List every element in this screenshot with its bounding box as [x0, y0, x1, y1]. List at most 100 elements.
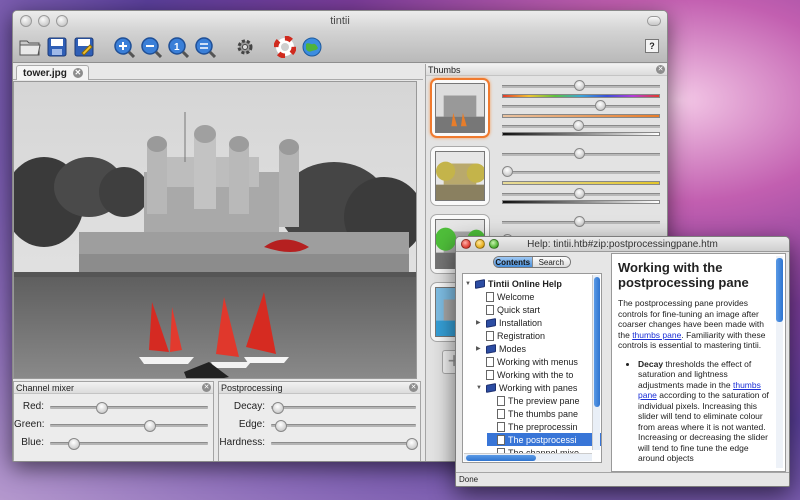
blue-label: Blue:: [21, 437, 44, 448]
tree-item[interactable]: Registration: [476, 329, 601, 342]
tree-item-label: The preview pane: [508, 395, 580, 406]
zoom-actual-icon[interactable]: [193, 35, 217, 59]
tree-item-label: Welcome: [497, 291, 535, 302]
tree-item[interactable]: Working with menus: [476, 355, 601, 368]
thumb-1-hue-bar: [502, 94, 660, 98]
document-tab[interactable]: tower.jpg ✕: [16, 65, 89, 80]
close-tab-icon[interactable]: ✕: [72, 68, 83, 78]
green-slider-knob[interactable]: [143, 420, 156, 432]
thumb-2-hue-slider[interactable]: [502, 148, 660, 159]
save-icon[interactable]: [45, 35, 69, 59]
open-icon[interactable]: [18, 35, 42, 59]
settings-icon[interactable]: [233, 35, 257, 59]
page-icon: [497, 434, 505, 445]
thumb-card-2[interactable]: [430, 146, 490, 206]
thumb-2-saturation-bar: [502, 181, 660, 185]
tree-item[interactable]: The preprocessin: [487, 420, 601, 433]
disclosure-closed-icon[interactable]: ▶: [476, 345, 483, 352]
red-slider-knob[interactable]: [96, 402, 109, 414]
tab-search[interactable]: Search: [531, 257, 570, 267]
thumb-2-saturation-slider[interactable]: [501, 166, 660, 177]
close-panel-icon[interactable]: ✕: [202, 383, 211, 392]
tree-item[interactable]: The postprocessi: [487, 433, 601, 446]
toolbar-toggle-button[interactable]: [647, 16, 661, 26]
tree-horizontal-scrollbar[interactable]: [464, 453, 592, 461]
tree-item[interactable]: Welcome: [476, 290, 601, 303]
disclosure-open-icon[interactable]: ▼: [465, 281, 472, 287]
edge-slider-row: Edge:: [219, 416, 420, 434]
close-window-button[interactable]: [20, 15, 32, 27]
tree-item[interactable]: ▼ Working with panes: [476, 381, 601, 394]
help-tab-switcher: Contents Search: [493, 256, 571, 268]
help-lifebuoy-icon[interactable]: [273, 35, 297, 59]
page-icon: [486, 291, 494, 302]
red-slider[interactable]: [50, 402, 208, 414]
disclosure-closed-icon[interactable]: ▶: [476, 319, 483, 326]
tree-item-label: The thumbs pane: [508, 408, 579, 419]
decay-label: Decay:: [233, 401, 265, 412]
preview-image: [14, 82, 416, 378]
minimize-window-button[interactable]: [38, 15, 50, 27]
preview-pane[interactable]: [13, 81, 417, 379]
tree-vertical-scrollbar[interactable]: [592, 275, 600, 450]
hardness-slider-knob[interactable]: [405, 438, 418, 450]
tree-item[interactable]: ▼ Tintii Online Help: [465, 277, 601, 290]
decay-slider-knob[interactable]: [272, 402, 285, 414]
zoom-in-icon[interactable]: [112, 35, 136, 59]
blue-slider-knob[interactable]: [67, 438, 80, 450]
zoom-fit-icon[interactable]: 1: [166, 35, 190, 59]
help-titlebar: Help: tintii.htb#zip:postprocessingpane.…: [456, 237, 789, 252]
help-statusbar: Done: [456, 472, 789, 486]
book-icon: [486, 382, 496, 393]
tree-item[interactable]: ▶ Installation: [476, 316, 601, 329]
thumb-2-lightness-slider[interactable]: [502, 188, 660, 199]
decay-slider-row: Decay:: [219, 398, 420, 416]
help-close-button[interactable]: [461, 239, 471, 249]
zoom-window-button[interactable]: [56, 15, 68, 27]
page-icon: [486, 304, 494, 315]
document-tab-label: tower.jpg: [23, 67, 67, 79]
svg-text:1: 1: [174, 42, 180, 53]
thumbs-pane-link[interactable]: thumbs pane: [632, 330, 681, 340]
tree-item-label: The postprocessi: [508, 434, 577, 445]
tree-item[interactable]: Working with the to: [476, 368, 601, 381]
thumb-card-1[interactable]: [430, 78, 490, 138]
channel-mixer-title: Channel mixer ✕: [14, 382, 213, 394]
thumb-3-hue-slider[interactable]: [502, 216, 660, 227]
help-window: Help: tintii.htb#zip:postprocessingpane.…: [455, 236, 790, 487]
export-icon[interactable]: [72, 35, 96, 59]
book-icon: [486, 317, 496, 328]
content-vertical-scrollbar[interactable]: [776, 256, 783, 468]
tree-item[interactable]: ▶ Modes: [476, 342, 601, 355]
thumbs-title: Thumbs ✕: [426, 64, 667, 76]
titlebar: tintii: [13, 11, 667, 31]
help-minimize-button[interactable]: [475, 239, 485, 249]
website-globe-icon[interactable]: [300, 35, 324, 59]
hardness-slider[interactable]: [271, 438, 418, 450]
tree-item[interactable]: The thumbs pane: [487, 407, 601, 420]
help-heading: Working with the postprocessing pane: [618, 260, 749, 290]
page-icon: [497, 421, 505, 432]
help-button[interactable]: ?: [645, 39, 659, 53]
thumb-1-lightness-slider[interactable]: [502, 120, 660, 131]
green-slider[interactable]: [50, 420, 208, 432]
edge-slider[interactable]: [271, 420, 416, 432]
edge-label: Edge:: [238, 419, 265, 430]
help-contents-tree: The channel mixeThe postprocessiThe prep…: [462, 273, 602, 463]
help-content-pane: Working with the postprocessing pane The…: [611, 253, 786, 472]
zoom-out-icon[interactable]: [139, 35, 163, 59]
tree-item[interactable]: Quick start: [476, 303, 601, 316]
close-panel-icon[interactable]: ✕: [656, 65, 665, 74]
disclosure-open-icon[interactable]: ▼: [476, 385, 483, 391]
decay-slider[interactable]: [271, 402, 416, 414]
tab-contents[interactable]: Contents: [494, 257, 532, 267]
help-zoom-button[interactable]: [489, 239, 499, 249]
tree-item[interactable]: The preview pane: [487, 394, 601, 407]
close-panel-icon[interactable]: ✕: [409, 383, 418, 392]
thumb-1-hue-slider[interactable]: [502, 80, 660, 91]
edge-slider-knob[interactable]: [275, 420, 288, 432]
blue-slider[interactable]: [50, 438, 208, 450]
thumb-image: [435, 83, 485, 133]
help-navigation-pane: Contents Search The channel mixeThe post…: [460, 253, 604, 470]
thumb-1-saturation-slider[interactable]: [502, 100, 660, 111]
